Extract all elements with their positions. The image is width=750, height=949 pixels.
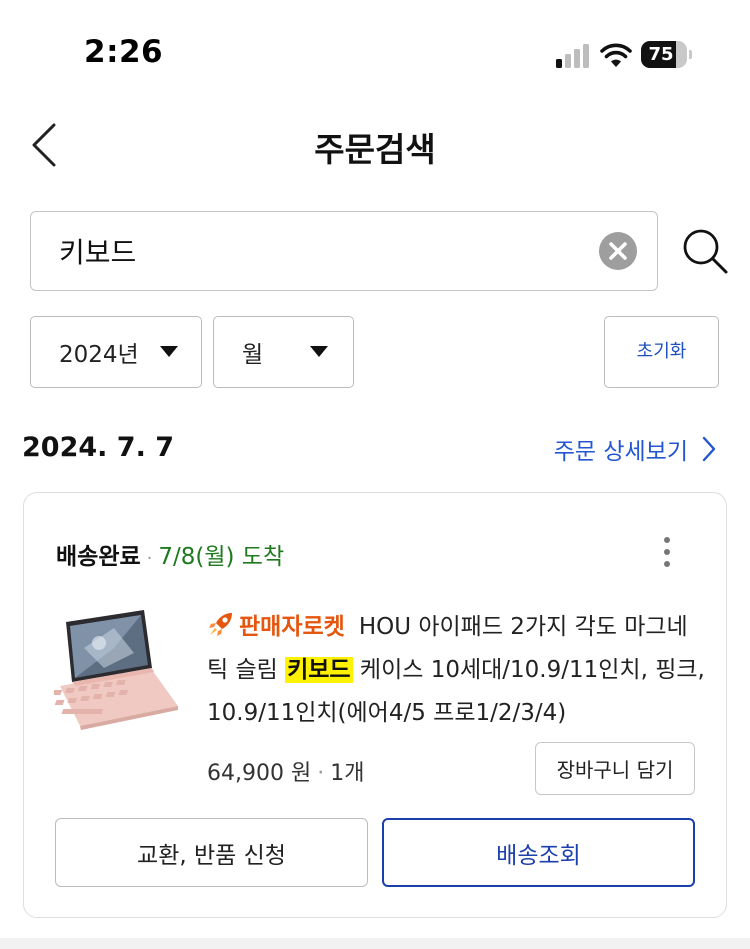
rocket-icon bbox=[209, 613, 232, 636]
year-select-value: 2024년 bbox=[59, 342, 139, 368]
product-image[interactable] bbox=[54, 608, 184, 732]
reset-button[interactable]: 초기화 bbox=[604, 316, 719, 388]
product-info[interactable]: 판매자로켓 HOU 아이패드 2가지 각도 마그네틱 슬림 키보드 케이스 10세… bbox=[207, 606, 707, 735]
order-detail-link[interactable]: 주문 상세보기 bbox=[554, 432, 716, 466]
search-icon[interactable] bbox=[680, 226, 730, 276]
product-price: 64,900 원 bbox=[207, 761, 312, 786]
page-title: 주문검색 bbox=[314, 130, 436, 169]
bottom-divider bbox=[0, 938, 750, 949]
battery-icon: 75 bbox=[641, 41, 687, 68]
delivery-status: 배송완료 · 7/8(월) 도착 bbox=[56, 537, 284, 571]
price-line: 64,900 원 · 1개 bbox=[207, 755, 364, 787]
exchange-return-button[interactable]: 교환, 반품 신청 bbox=[55, 818, 368, 887]
chevron-right-icon bbox=[702, 436, 716, 462]
status-label: 배송완료 bbox=[56, 544, 141, 570]
status-separator: · bbox=[146, 548, 153, 569]
cellular-signal-icon bbox=[556, 44, 592, 68]
add-to-cart-button[interactable]: 장바구니 담기 bbox=[535, 742, 695, 795]
clear-icon[interactable] bbox=[598, 231, 638, 271]
arrival-date: 7/8(월) 도착 bbox=[158, 544, 285, 570]
order-detail-link-label: 주문 상세보기 bbox=[553, 439, 688, 465]
header: 주문검색 bbox=[0, 105, 750, 185]
product-name: 판매자로켓 HOU 아이패드 2가지 각도 마그네틱 슬림 키보드 케이스 10세… bbox=[207, 606, 707, 735]
search-input[interactable] bbox=[59, 224, 599, 278]
battery-cap bbox=[689, 50, 692, 59]
delivery-tracking-button[interactable]: 배송조회 bbox=[382, 818, 695, 887]
order-card: 배송완료 · 7/8(월) 도착 판매자로켓 HOU 아이패드 2가지 각도 마… bbox=[23, 492, 727, 918]
month-select-value: 월 bbox=[242, 342, 264, 368]
product-quantity: 1개 bbox=[330, 761, 365, 786]
search-box bbox=[30, 211, 658, 291]
year-select[interactable]: 2024년 bbox=[30, 316, 202, 388]
order-date: 2024. 7. 7 bbox=[22, 432, 175, 463]
battery-percentage: 75 bbox=[648, 44, 674, 65]
price-separator: · bbox=[317, 761, 325, 786]
more-options-icon[interactable] bbox=[661, 535, 673, 569]
seller-rocket-badge: 판매자로켓 bbox=[239, 614, 345, 640]
month-select[interactable]: 월 bbox=[213, 316, 354, 388]
caret-down-icon bbox=[160, 346, 178, 357]
status-bar: 2:26 75 bbox=[0, 0, 750, 100]
wifi-icon bbox=[600, 43, 632, 67]
status-time: 2:26 bbox=[84, 34, 164, 70]
caret-down-icon bbox=[310, 346, 328, 357]
search-keyword-highlight: 키보드 bbox=[285, 657, 353, 683]
